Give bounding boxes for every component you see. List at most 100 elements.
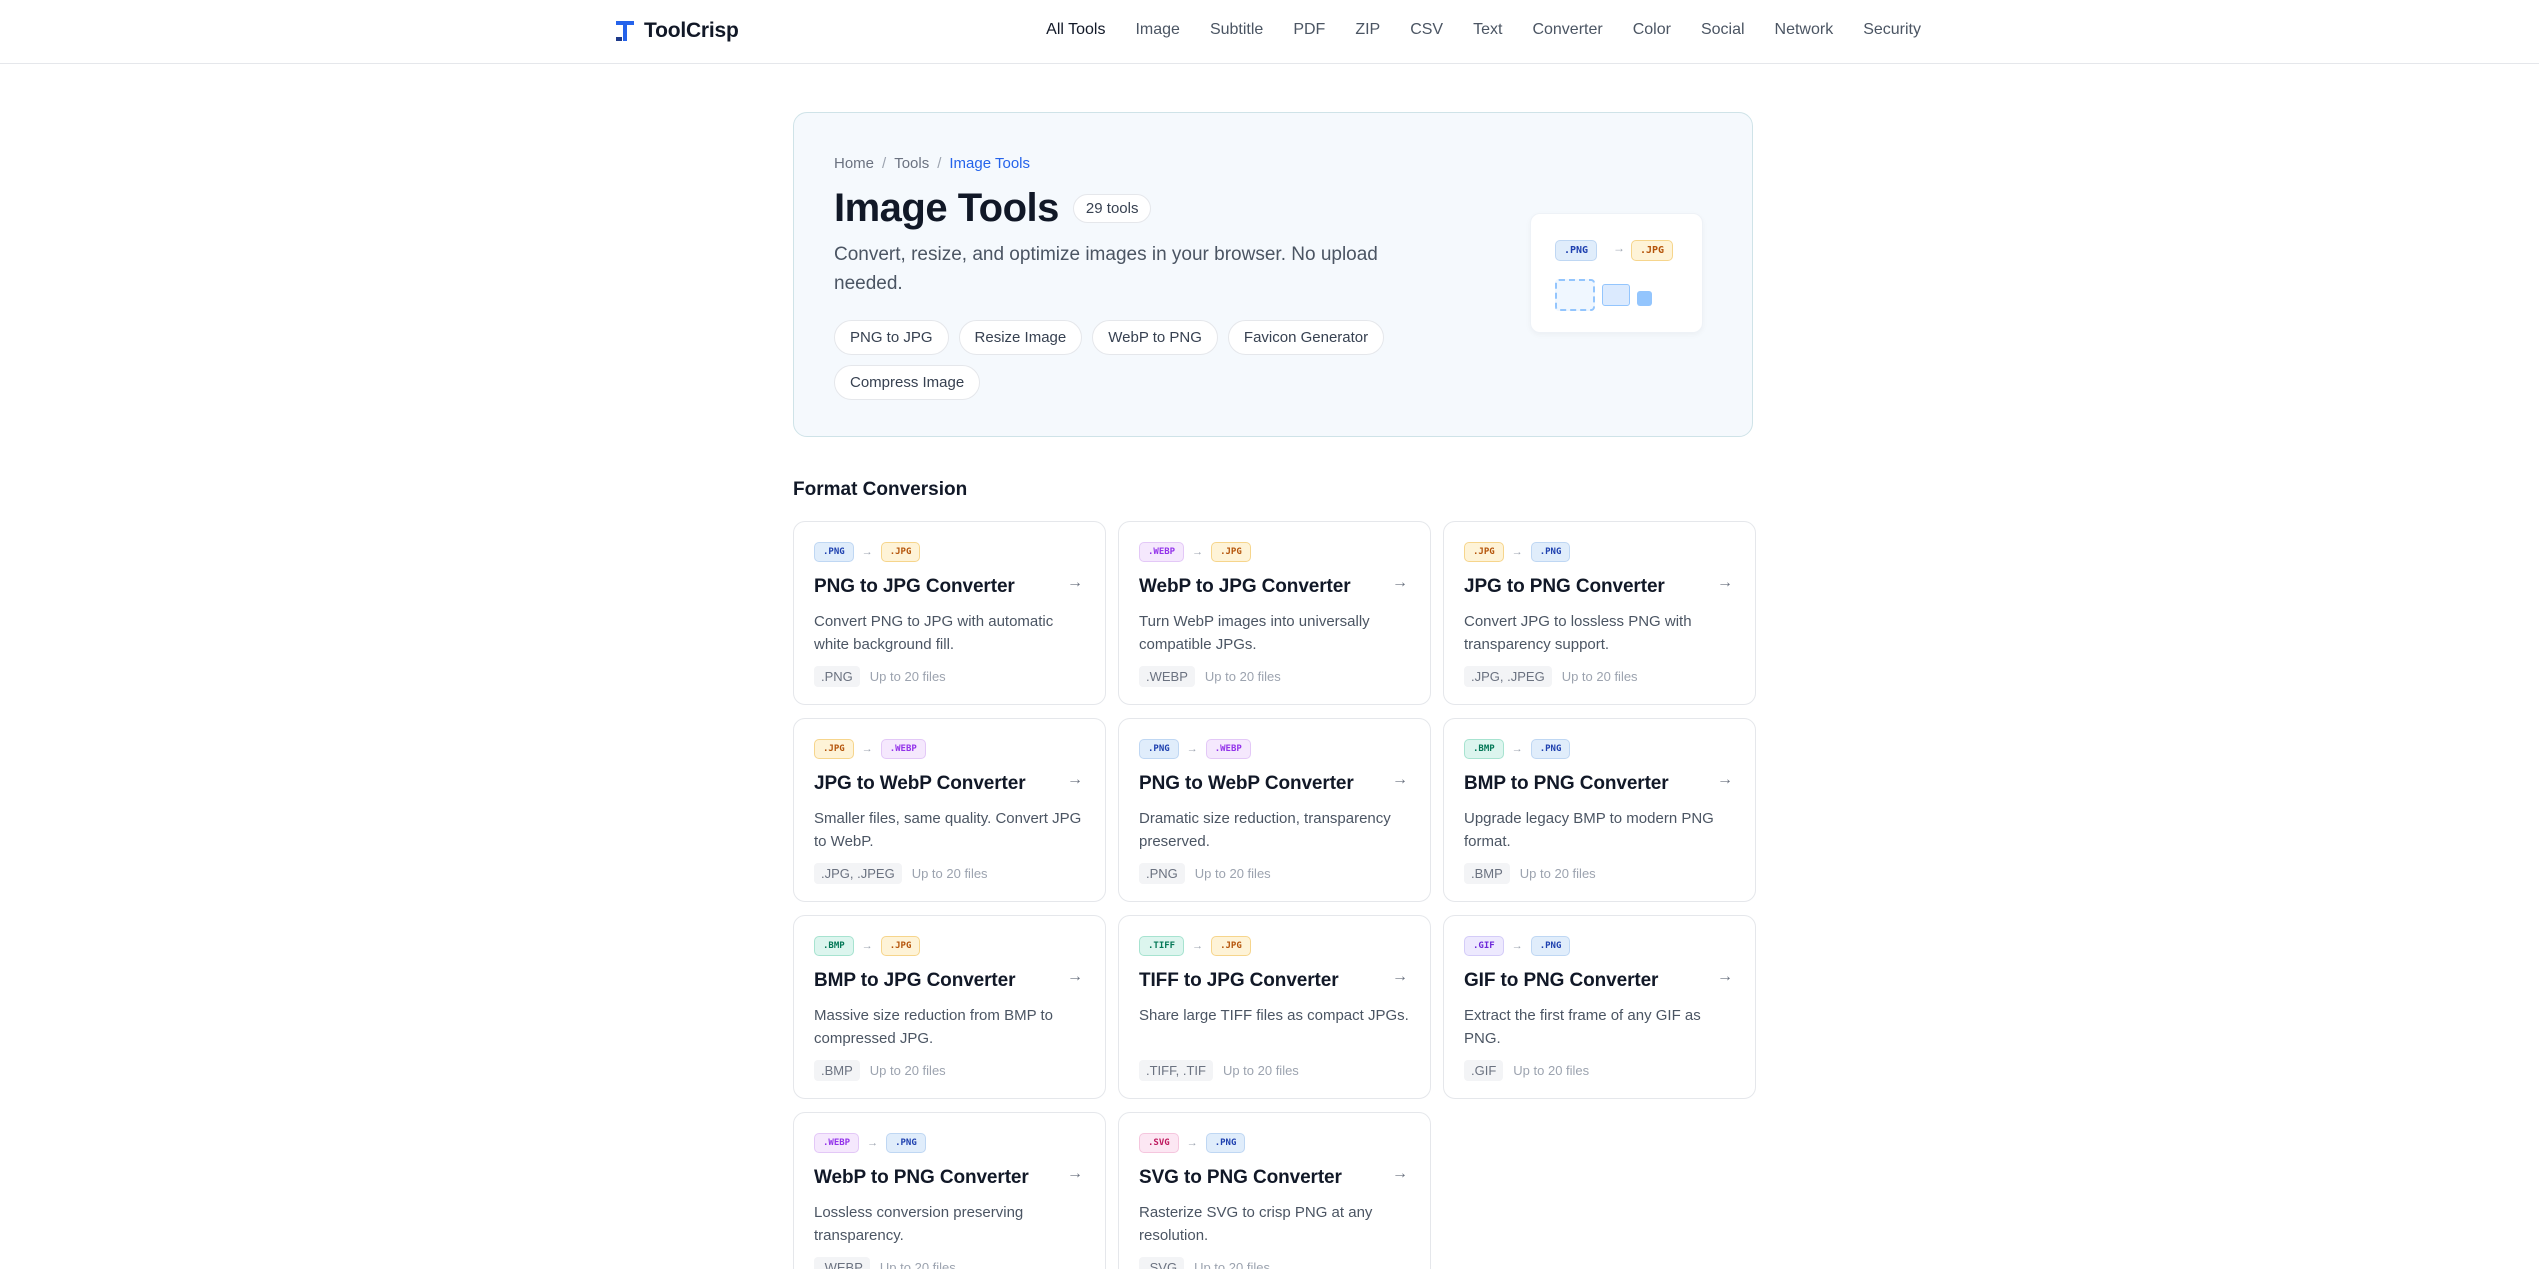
nav-item-converter[interactable]: Converter: [1532, 19, 1602, 41]
accepted-formats-badge: .JPG, .JPEG: [1464, 666, 1552, 687]
format-conversion-tags: .WEBP → .PNG: [814, 1133, 1085, 1153]
quick-links: PNG to JPG Resize Image WebP to PNG Favicon…: [834, 320, 1394, 400]
format-conversion-tags: .PNG → .WEBP: [1139, 739, 1410, 759]
brand-logo-link[interactable]: ToolCrisp: [614, 18, 739, 44]
arrow-right-icon: →: [861, 546, 873, 558]
tool-card[interactable]: .JPG → .PNG JPG to PNG Converter → Convert JP…: [1443, 521, 1756, 705]
illustration-png-tag: .PNG: [1555, 240, 1598, 261]
tool-card-title: TIFF to JPG Converter: [1139, 970, 1339, 991]
target-format-tag: .WEBP: [880, 739, 926, 759]
quick-link-compress-image[interactable]: Compress Image: [834, 365, 981, 400]
open-arrow-icon: →: [1717, 771, 1733, 788]
nav-item-social[interactable]: Social: [1701, 19, 1745, 41]
tool-card[interactable]: .TIFF → .JPG TIFF to JPG Converter → Share la…: [1118, 915, 1431, 1099]
tool-card-title: BMP to PNG Converter: [1464, 773, 1669, 794]
quick-link-favicon-generator[interactable]: Favicon Generator: [1227, 320, 1385, 355]
arrow-right-icon: →: [1511, 940, 1523, 952]
tool-card-title: WebP to PNG Converter: [814, 1167, 1029, 1188]
tool-count-badge: 29 tools: [1072, 194, 1152, 223]
target-format-tag: .PNG: [1205, 1133, 1246, 1153]
format-conversion-tags: .PNG → .JPG: [814, 542, 1085, 562]
accepted-formats-badge: .GIF: [1464, 1060, 1504, 1081]
open-arrow-icon: →: [1392, 1165, 1408, 1182]
accepted-formats-badge: .BMP: [1464, 863, 1510, 884]
tool-card[interactable]: .SVG → .PNG SVG to PNG Converter → Rasterize …: [1118, 1112, 1431, 1269]
target-format-tag: .JPG: [880, 936, 921, 956]
toolcrisp-logo-icon: [614, 19, 636, 43]
image-placeholder-icon: [1555, 279, 1595, 311]
format-conversion-tags: .TIFF → .JPG: [1139, 936, 1410, 956]
nav-item-security[interactable]: Security: [1863, 19, 1921, 41]
target-format-tag: .PNG: [1530, 542, 1571, 562]
tool-card-description: Upgrade legacy BMP to modern PNG format.: [1464, 810, 1714, 850]
source-format-tag: .BMP: [1464, 739, 1504, 759]
open-arrow-icon: →: [1067, 771, 1083, 788]
quick-link-resize-image[interactable]: Resize Image: [958, 320, 1083, 355]
file-limit-text: Up to 20 files: [869, 1063, 946, 1078]
open-arrow-icon: →: [1067, 968, 1083, 985]
target-format-tag: .WEBP: [1205, 739, 1251, 759]
tool-card[interactable]: .JPG → .WEBP JPG to WebP Converter → Smaller …: [793, 718, 1106, 902]
arrow-right-icon: →: [1186, 1137, 1198, 1149]
tool-card-meta: .GIF Up to 20 files: [1464, 1060, 1735, 1081]
tool-card[interactable]: .GIF → .PNG GIF to PNG Converter → Extract th…: [1443, 915, 1756, 1099]
file-limit-text: Up to 20 files: [869, 669, 946, 684]
source-format-tag: .JPG: [1464, 542, 1504, 562]
image-small-icon: [1637, 291, 1652, 306]
tool-card-description: Convert JPG to lossless PNG with transpa…: [1464, 613, 1692, 653]
tool-card-meta: .BMP Up to 20 files: [814, 1060, 1085, 1081]
format-conversion-tags: .WEBP → .JPG: [1139, 542, 1410, 562]
tool-card[interactable]: .WEBP → .JPG WebP to JPG Converter → Turn Web…: [1118, 521, 1431, 705]
tool-card-title: PNG to JPG Converter: [814, 576, 1015, 597]
nav-item-pdf[interactable]: PDF: [1293, 19, 1325, 41]
open-arrow-icon: →: [1392, 968, 1408, 985]
tool-card[interactable]: .PNG → .JPG PNG to JPG Converter → Convert PN…: [793, 521, 1106, 705]
tool-card-title: PNG to WebP Converter: [1139, 773, 1354, 794]
tool-card-title: JPG to PNG Converter: [1464, 576, 1665, 597]
arrow-right-icon: →: [861, 743, 873, 755]
nav-item-csv[interactable]: CSV: [1410, 19, 1443, 41]
source-format-tag: .WEBP: [814, 1133, 860, 1153]
tool-card-title: SVG to PNG Converter: [1139, 1167, 1342, 1188]
breadcrumb-home[interactable]: Home: [834, 155, 874, 172]
open-arrow-icon: →: [1717, 968, 1733, 985]
tool-card-title: WebP to JPG Converter: [1139, 576, 1351, 597]
nav-item-subtitle[interactable]: Subtitle: [1210, 19, 1263, 41]
main-nav: All Tools Image Subtitle PDF ZIP CSV Text Conve…: [1046, 19, 1921, 41]
tool-card[interactable]: .BMP → .PNG BMP to PNG Converter → Upgrade le…: [1443, 718, 1756, 902]
breadcrumb: Home / Tools / Image Tools: [834, 155, 1030, 172]
breadcrumb-tools[interactable]: Tools: [894, 155, 929, 172]
file-limit-text: Up to 20 files: [1222, 1063, 1299, 1078]
arrow-right-icon: →: [1186, 743, 1198, 755]
quick-link-webp-to-png[interactable]: WebP to PNG: [1092, 320, 1218, 355]
nav-item-image[interactable]: Image: [1135, 19, 1179, 41]
tool-card[interactable]: .BMP → .JPG BMP to JPG Converter → Massive si…: [793, 915, 1106, 1099]
tool-card-description: Share large TIFF files as compact JPGs.: [1139, 1007, 1409, 1024]
accepted-formats-badge: .TIFF, .TIF: [1139, 1060, 1213, 1081]
nav-item-zip[interactable]: ZIP: [1355, 19, 1380, 41]
nav-item-network[interactable]: Network: [1775, 19, 1834, 41]
nav-item-color[interactable]: Color: [1633, 19, 1671, 41]
tool-card[interactable]: .WEBP → .PNG WebP to PNG Converter → Lossless…: [793, 1112, 1106, 1269]
arrow-right-icon: →: [1613, 241, 1625, 255]
brand-name: ToolCrisp: [644, 19, 739, 42]
quick-link-png-to-jpg[interactable]: PNG to JPG: [834, 320, 949, 355]
breadcrumb-separator: /: [882, 155, 887, 172]
image-medium-icon: [1602, 284, 1630, 306]
nav-item-all-tools[interactable]: All Tools: [1046, 19, 1105, 41]
format-conversion-tags: .BMP → .JPG: [814, 936, 1085, 956]
format-conversion-tags: .GIF → .PNG: [1464, 936, 1735, 956]
nav-item-text[interactable]: Text: [1473, 19, 1502, 41]
source-format-tag: .WEBP: [1139, 542, 1185, 562]
file-limit-text: Up to 20 files: [879, 1260, 956, 1269]
arrow-right-icon: →: [1192, 940, 1204, 952]
tool-card-meta: .PNG Up to 20 files: [814, 666, 1085, 687]
tool-card-meta: .JPG, .JPEG Up to 20 files: [1464, 666, 1735, 687]
file-limit-text: Up to 20 files: [1513, 1063, 1590, 1078]
conversion-illustration: .PNG → .JPG: [1530, 213, 1703, 333]
file-limit-text: Up to 20 files: [1194, 1260, 1270, 1269]
source-format-tag: .PNG: [814, 542, 854, 562]
tool-card[interactable]: .PNG → .WEBP PNG to WebP Converter → Dramatic…: [1118, 718, 1431, 902]
tool-card-meta: .WEBP Up to 20 files: [1139, 666, 1410, 687]
file-limit-text: Up to 20 files: [1194, 866, 1271, 881]
